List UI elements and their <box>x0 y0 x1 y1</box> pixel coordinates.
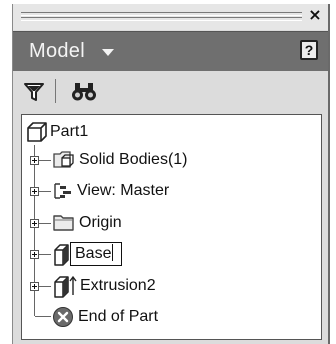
extrusion-icon <box>54 244 69 266</box>
filter-icon[interactable] <box>23 81 45 103</box>
rename-input-value: Base <box>75 245 112 262</box>
toolbar-separator <box>55 79 56 103</box>
grip-line <box>21 17 302 21</box>
expand-toggle[interactable] <box>30 187 39 196</box>
panel-title[interactable]: Model <box>29 40 85 63</box>
expand-toggle[interactable] <box>30 282 39 291</box>
binoculars-icon[interactable] <box>71 81 97 103</box>
screen: × Model ? Part1 Solid Bodies(1) View: Ma… <box>0 0 336 344</box>
tree-item-label: Solid Bodies(1) <box>79 151 188 168</box>
tree-item-label: End of Part <box>78 308 159 325</box>
model-browser-panel: × Model ? Part1 Solid Bodies(1) View: Ma… <box>12 4 330 344</box>
text-cursor <box>112 244 114 261</box>
tree-item-label: Origin <box>79 214 122 231</box>
expand-toggle[interactable] <box>30 219 39 228</box>
expand-toggle[interactable] <box>30 250 39 259</box>
tree-item-label: View: Master <box>77 182 170 199</box>
tree-item-label: Part1 <box>50 123 89 140</box>
tree-item-view-master[interactable]: View: Master <box>52 178 252 204</box>
tree-branch <box>35 316 51 317</box>
tree-item-origin[interactable]: Origin <box>52 210 252 236</box>
panel-header[interactable]: Model ? <box>13 31 328 71</box>
grip-line <box>21 12 302 16</box>
tree-item-solid-bodies[interactable]: Solid Bodies(1) <box>52 147 252 173</box>
tree-item-end-of-part[interactable]: End of Part <box>52 304 252 330</box>
tree-item-label: Extrusion2 <box>80 277 156 294</box>
chevron-down-icon[interactable] <box>102 49 114 56</box>
panel-drag-strip[interactable]: × <box>13 4 328 30</box>
model-tree[interactable]: Part1 Solid Bodies(1) View: Master Origi… <box>21 114 322 340</box>
tree-root-part1[interactable]: Part1 <box>26 119 226 145</box>
help-icon[interactable]: ? <box>300 40 318 60</box>
rename-input[interactable]: Base <box>70 242 122 266</box>
end-of-part-icon <box>53 307 73 327</box>
browser-toolbar <box>13 71 328 111</box>
close-icon[interactable]: × <box>306 6 324 24</box>
view-icon <box>54 183 71 199</box>
expand-toggle[interactable] <box>30 156 39 165</box>
extrusion-icon <box>54 275 77 298</box>
tree-item-extrusion2[interactable]: Extrusion2 <box>52 273 252 299</box>
tree-item-base[interactable]: Base <box>52 241 252 267</box>
solid-bodies-icon <box>53 151 74 168</box>
part-icon <box>27 122 47 142</box>
folder-icon <box>53 215 74 231</box>
